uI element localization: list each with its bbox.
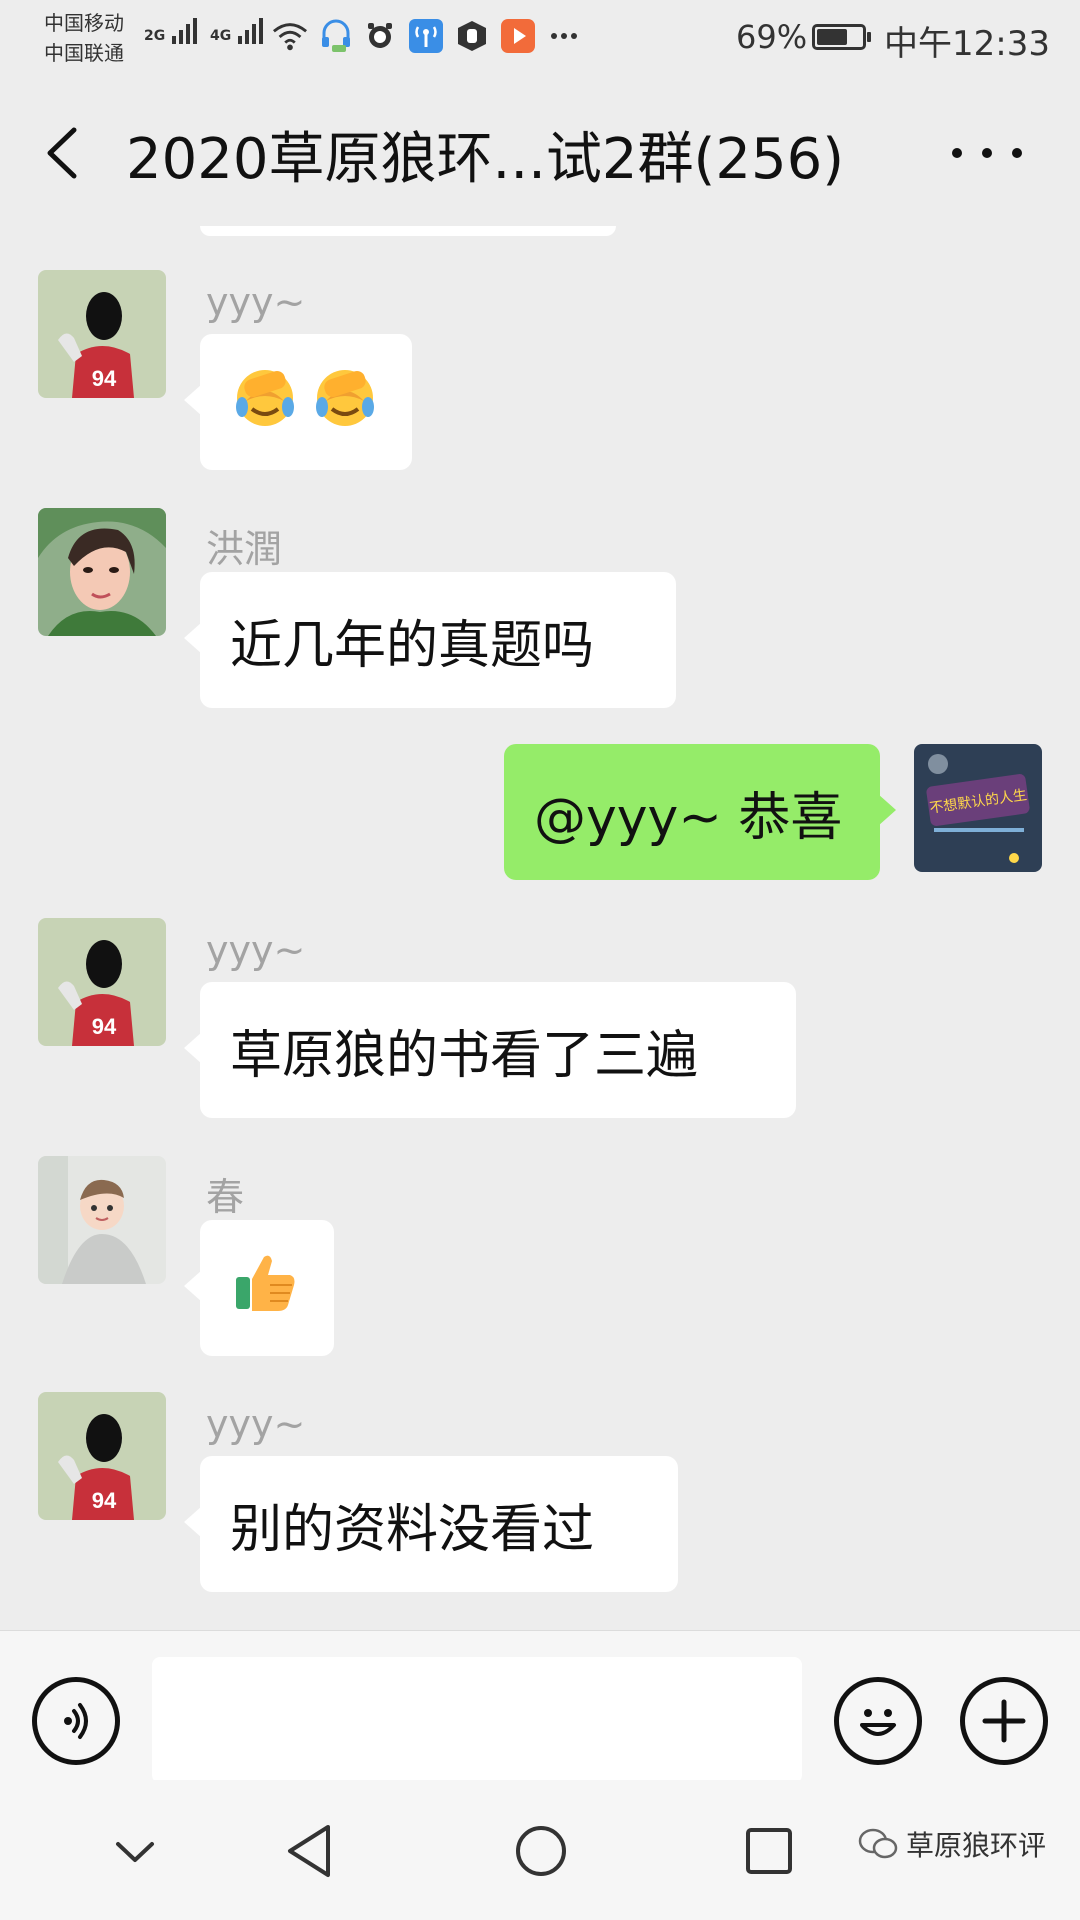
more-dots-icon[interactable] [952, 128, 1022, 178]
back-arrow-icon[interactable] [38, 118, 88, 188]
back-triangle-icon[interactable] [274, 1816, 344, 1886]
message-bubble[interactable]: 草原狼的书看了三遍 [184, 982, 796, 1118]
battery-percent: 69% [736, 18, 808, 56]
shield-app-icon [454, 18, 490, 54]
wechat-icon [858, 1828, 898, 1859]
message-row: 洪潤 近几年的真题吗 [0, 508, 1080, 718]
jersey-number: 94 [92, 1488, 117, 1513]
avatar-yyy[interactable]: 94 [38, 918, 166, 1046]
collapse-chevron-icon[interactable] [100, 1816, 170, 1886]
signal-1-icon: 2G [144, 14, 198, 44]
avatar-yyy[interactable]: 94 [38, 1392, 166, 1520]
video-app-icon [500, 18, 536, 54]
message-bubble[interactable]: 别的资料没看过 [184, 1456, 678, 1592]
battery-icon [812, 24, 871, 50]
watermark-text: 草原狼环评 [906, 1829, 1047, 1862]
network-type-1: 2G [144, 28, 166, 44]
avatar-yyy[interactable]: 94 [38, 270, 166, 398]
facepalm-emoji [230, 361, 300, 444]
sender-name: 春 [206, 1175, 245, 1219]
carrier-names: 中国移动 中国联通 [44, 8, 124, 68]
partial-message-bubble [200, 226, 616, 236]
wifi-icon [272, 18, 308, 54]
sender-name: yyy~ [206, 1402, 306, 1446]
thumbs-up-emoji [230, 1247, 300, 1330]
message-row: 春 [0, 1156, 1080, 1366]
sender-name: yyy~ [206, 280, 306, 324]
status-bar: 中国移动 中国联通 2G 4G 69% 中午12:33 [0, 0, 1080, 76]
chat-header: 2020草原狼环...试2群(256) [0, 76, 1080, 226]
message-row: 94 yyy~ 草原狼的书看了三遍 [0, 918, 1080, 1128]
message-row: 94 yyy~ 别的资料没看过 [0, 1392, 1080, 1602]
clock: 中午12:33 [884, 24, 1050, 64]
message-bubble[interactable] [184, 1220, 334, 1356]
emoji-smile-icon[interactable] [834, 1677, 922, 1765]
home-circle-icon[interactable] [506, 1816, 576, 1886]
jersey-number: 94 [92, 366, 117, 391]
jersey-number: 94 [92, 1014, 117, 1039]
message-list[interactable]: 94 yyy~ 洪潤 近几年的真题吗 不想默认的人生 @yyy~ 恭喜 94 y… [0, 226, 1080, 1630]
avatar-hongrun[interactable] [38, 508, 166, 636]
chat-title: 2020草原狼环...试2群(256) [126, 127, 845, 192]
avatar-chun[interactable] [38, 1156, 166, 1284]
system-navigation-bar: 草原狼环评 [0, 1780, 1080, 1920]
message-bubble[interactable]: 近几年的真题吗 [184, 572, 676, 708]
message-row: 94 yyy~ [0, 270, 1080, 480]
sender-name: yyy~ [206, 928, 306, 972]
plus-icon[interactable] [960, 1677, 1048, 1765]
carrier-1: 中国移动 [44, 11, 124, 35]
message-input[interactable] [152, 1657, 802, 1783]
carrier-2: 中国联通 [44, 41, 124, 65]
sender-name: 洪潤 [206, 527, 283, 571]
network-type-2: 4G [210, 28, 232, 44]
voice-icon[interactable] [32, 1677, 120, 1765]
watermark: 草原狼环评 [858, 1824, 1046, 1864]
headset-app-icon [318, 18, 354, 54]
wireless-app-icon [408, 18, 444, 54]
signal-2-icon: 4G [210, 14, 264, 44]
message-bubble[interactable] [184, 334, 412, 470]
message-bubble-mine[interactable]: @yyy~ 恭喜 [504, 744, 896, 880]
more-notifications-icon [546, 18, 582, 54]
input-bar [0, 1630, 1080, 1783]
message-row: 不想默认的人生 @yyy~ 恭喜 [0, 744, 1080, 884]
battery-fill [817, 29, 848, 45]
recents-square-icon[interactable] [734, 1816, 804, 1886]
facepalm-emoji [310, 361, 380, 444]
avatar-me[interactable]: 不想默认的人生 [914, 744, 1042, 872]
alarm-icon [362, 18, 398, 54]
